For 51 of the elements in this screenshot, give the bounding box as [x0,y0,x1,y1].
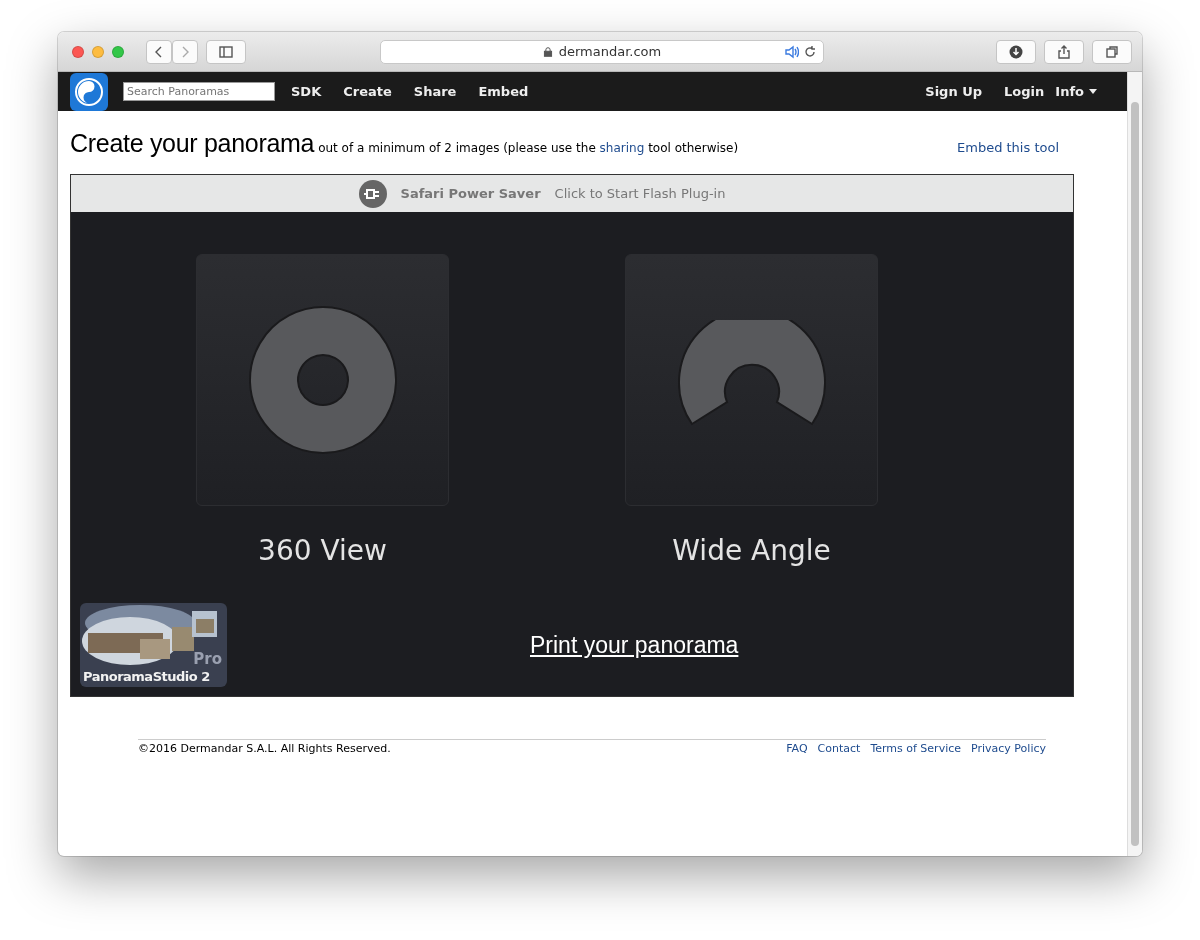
option-label: Wide Angle [672,534,831,567]
back-button[interactable] [146,39,172,64]
nav-link[interactable]: Embed [478,84,529,99]
ring-icon [248,306,397,454]
close-button[interactable] [72,45,84,58]
nav-link[interactable]: Login [1004,84,1045,99]
logo-icon [70,72,108,111]
url-text: dermandar.com [558,44,662,59]
subtitle: out of a minimum of 2 images (please use the sharing tool otherwise) [318,141,739,155]
zoom-button[interactable] [112,45,124,58]
caret-icon [1089,89,1097,94]
footer-link[interactable]: Privacy Policy [971,742,1046,755]
footer-link[interactable]: FAQ [786,742,808,755]
download-button[interactable] [996,39,1036,64]
info-menu[interactable]: Info [1055,84,1097,99]
share-icon [1057,44,1071,59]
nav-link[interactable]: Share [413,84,457,99]
print-link[interactable]: Print your panorama [530,631,739,659]
address-bar[interactable]: dermandar.com [380,39,824,64]
sidebar-icon [219,44,233,59]
page-title: Create your panorama [70,129,315,158]
forward-button[interactable] [172,39,198,64]
nav-link[interactable]: Create [343,84,392,99]
search-field[interactable]: Search Panoramas [123,82,275,101]
ad-title: PanoramaStudio 2 [83,669,210,684]
reload-icon [803,44,817,59]
nav-link[interactable]: Sign Up [925,84,983,99]
embed-link[interactable]: Embed this tool [957,140,1059,155]
footer-link[interactable]: Terms of Service [870,742,962,755]
minimize-button[interactable] [92,45,104,58]
power-saver-bar[interactable]: Safari Power Saver Click to Start Flash Plug-in [71,175,1073,212]
plug-icon [358,179,387,208]
footer-link[interactable]: Contact [817,742,861,755]
scrollbar-thumb[interactable] [1131,102,1139,846]
power-saver-message: Click to Start Flash Plug-in [554,186,726,201]
option-label: 360 View [258,534,387,567]
speaker-icon [785,44,799,59]
ad-banner[interactable]: Pro PanoramaStudio 2 [80,603,227,687]
sidebar-button[interactable] [206,39,246,64]
sharing-link[interactable]: sharing [599,141,645,155]
download-icon [1009,44,1023,59]
panorama-type-card[interactable] [625,254,878,506]
tabs-button[interactable] [1092,39,1132,64]
nav-link[interactable]: SDK [291,84,322,99]
share-button[interactable] [1044,39,1084,64]
power-saver-title: Safari Power Saver [400,186,541,201]
tabs-icon [1105,44,1119,59]
copyright-text: ©2016 Dermandar S.A.L. All Rights Reserved. [138,742,391,755]
panorama-type-card[interactable] [196,254,449,506]
pro-label: Pro [193,652,222,667]
lock-icon [542,45,553,58]
